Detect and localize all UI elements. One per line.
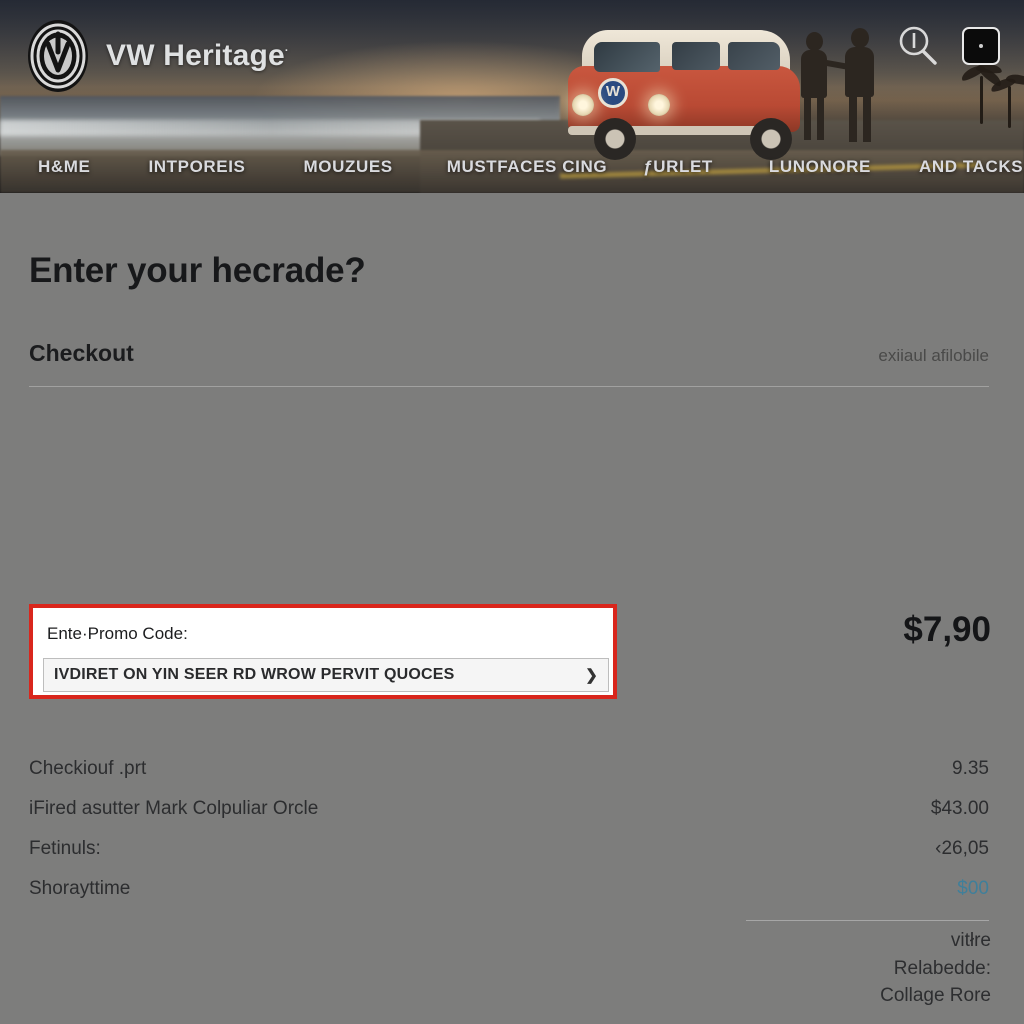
totals-line-3: Collage Rore <box>880 985 991 1007</box>
section-header: Checkout exiiaul afilobile <box>29 340 989 367</box>
totals-line-1: vitłre <box>950 930 991 951</box>
promo-price: $7,90 <box>903 610 991 649</box>
table-row: Fetinuls: ‹26,05 <box>29 838 989 860</box>
search-icon[interactable] <box>896 24 940 68</box>
brand-name-text: VW Heritage <box>106 39 285 72</box>
promo-code-select[interactable]: IVDIRET ON YIN SEER RD WROW PERVIT QUOCE… <box>43 658 609 692</box>
mobile-app-icon[interactable] <box>962 27 1000 65</box>
main-navigation: H&ME INTPOREIS MOUZUES MUSTFACES CING ƒU… <box>0 157 1024 177</box>
site-header-hero: VW Heritage· H&ME INTPOREIS MOUZUES MUST… <box>0 0 1024 193</box>
vw-camper-van-illustration <box>560 22 830 160</box>
brand-trademark: · <box>284 45 289 57</box>
row-value: $00 <box>957 878 989 899</box>
section-title: Checkout <box>29 340 134 366</box>
row-label: Checkiouf .prt <box>29 758 147 779</box>
promo-code-highlight-panel: Ente·Promo Code: IVDIRET ON YIN SEER RD … <box>29 604 617 699</box>
nav-item-more[interactable]: LUNONORE <box>769 157 871 177</box>
order-summary-rows: Checkiouf .prt 9.35 iFired asutter Mark … <box>29 758 989 918</box>
brand-name: VW Heritage· <box>106 39 289 73</box>
row-label: Fetinuls: <box>29 838 101 859</box>
row-value: $43.00 <box>930 798 989 819</box>
totals-line-2: Relabedde: <box>893 957 991 979</box>
header-icon-group <box>896 24 1000 68</box>
nav-item-contacts[interactable]: AND TACKS <box>919 157 1023 177</box>
table-row: iFired asutter Mark Colpuliar Orcle $43.… <box>29 798 989 820</box>
nav-item-outlet[interactable]: ƒURLET <box>643 157 713 177</box>
site-logo[interactable]: VW Heritage· <box>26 18 289 94</box>
totals-block: vitłre Relabedde: Collage Rore <box>880 927 991 1010</box>
promo-code-select-value: IVDIRET ON YIN SEER RD WROW PERVIT QUOCE… <box>54 666 455 683</box>
main-content: Enter your hecrade? Checkout exiiaul afi… <box>0 193 1024 1024</box>
nav-item-interiors[interactable]: INTPOREIS <box>148 157 245 177</box>
row-label: Shorayttime <box>29 878 131 899</box>
table-row: Shorayttime $00 <box>29 878 989 900</box>
promo-code-label: Ente·Promo Code: <box>47 624 188 643</box>
chevron-down-icon: ❯ <box>585 667 598 684</box>
section-divider <box>29 386 989 387</box>
nav-item-models[interactable]: MOUZUES <box>304 157 393 177</box>
checkout-page: VW Heritage· H&ME INTPOREIS MOUZUES MUST… <box>0 0 1024 1024</box>
row-value: ‹26,05 <box>935 838 989 859</box>
row-value: 9.35 <box>952 758 989 779</box>
row-label: iFired asutter Mark Colpuliar Orcle <box>29 798 319 819</box>
section-note: exiiaul afilobile <box>878 346 989 365</box>
table-row: Checkiouf .prt 9.35 <box>29 758 989 780</box>
nav-item-accessories[interactable]: MUSTFACES CING <box>447 157 607 177</box>
totals-divider <box>746 920 989 921</box>
nav-item-home[interactable]: H&ME <box>38 157 90 177</box>
palm-tree-icon <box>989 72 1024 128</box>
page-title: Enter your hecrade? <box>29 251 366 290</box>
vw-heritage-roundel-logo <box>28 20 88 92</box>
